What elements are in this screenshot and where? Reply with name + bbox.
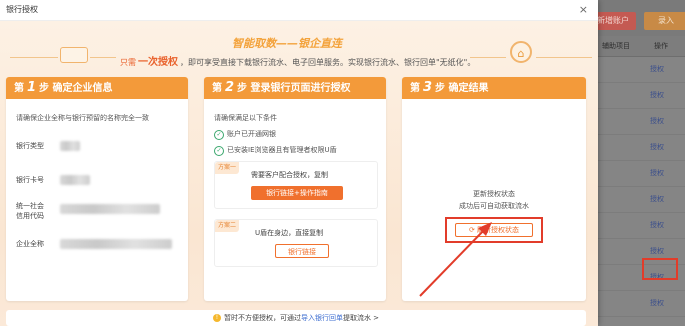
table-row: 授权 xyxy=(598,109,685,135)
copy-bank-link-guide-button[interactable]: 银行链接+操作指南 xyxy=(251,186,343,200)
authorize-link[interactable]: 授权 xyxy=(644,291,685,316)
plan-2-text: U盾在身边，直接复制 xyxy=(255,229,324,237)
bank-card-icon xyxy=(60,47,88,63)
authorize-link[interactable]: 授权 xyxy=(644,213,685,238)
banner: 智能取数——银企直连 只需 一次授权 ，即可享受直接下载银行流水、电子回单服务。实现… xyxy=(0,21,598,76)
table-row: 授权 xyxy=(598,213,685,239)
field-label-bank-type: 银行类型 xyxy=(16,142,44,150)
step-3-card: 第3步 确定结果 更新授权状态 成功后可自动获取流水 ⟳ 刷新授权状态 xyxy=(402,77,586,301)
step-2-header: 第2步 登录银行页面进行授权 xyxy=(204,77,386,99)
banner-sub-prefix: 只需 xyxy=(120,58,136,67)
bank-authorization-dialog: 银行授权 × 智能取数——银企直连 只需 一次授权 ，即可享受直接下载银行流水、电子… xyxy=(0,0,598,326)
copy-bank-link-button[interactable]: 银行链接 xyxy=(275,244,329,258)
authorize-link[interactable]: 授权 xyxy=(644,57,685,82)
table-header: 辅助项目 操作 xyxy=(598,36,685,57)
redacted-value xyxy=(60,141,80,151)
footer-text: 暂时不方便授权，可通过 xyxy=(223,314,301,322)
step-prefix: 第 xyxy=(212,83,222,94)
status-line-1: 更新授权状态 xyxy=(473,190,515,198)
banner-highlight: 一次授权 xyxy=(138,57,178,68)
table-row: 授权 xyxy=(598,135,685,161)
plan-2-tag: 方案二 xyxy=(215,220,239,232)
step-number: 3 xyxy=(423,80,433,95)
step-3-header: 第3步 确定结果 xyxy=(402,77,586,99)
check-label: 已安装IE浏览器且有管理者权限U盾 xyxy=(227,146,337,154)
highlight-box xyxy=(642,258,678,280)
table-row: 授权 xyxy=(598,291,685,317)
banner-title: 智能取数——银企直连 xyxy=(232,37,342,50)
refresh-icon: ⟳ xyxy=(468,226,478,234)
plan-2-box: 方案二 U盾在身边，直接复制 银行链接 xyxy=(214,219,378,267)
table-row: 授权 xyxy=(598,161,685,187)
footer-text-after: 提取流水 > xyxy=(342,314,380,322)
check-item: ✓ 已安装IE浏览器且有管理者权限U盾 xyxy=(214,145,337,156)
background-table: 辅助项目 操作 授权 授权 授权 授权 授权 授权 授权 授权 授权 授权 xyxy=(598,36,685,326)
field-label-credit-code-1: 统一社会 xyxy=(16,202,44,210)
redacted-value xyxy=(60,175,90,185)
step-number: 2 xyxy=(225,80,235,95)
check-icon: ✓ xyxy=(214,146,224,156)
close-icon[interactable]: × xyxy=(579,0,588,20)
table-row: 授权 xyxy=(598,187,685,213)
field-label-card-number: 银行卡号 xyxy=(16,176,44,184)
field-label-company-name: 企业全称 xyxy=(16,240,44,248)
step-title: 步 确定结果 xyxy=(435,83,489,94)
footer-tip: ! 暂时不方便授权，可通过导入银行回单提取流水 > xyxy=(6,310,586,326)
plan-1-tag: 方案一 xyxy=(215,162,239,174)
status-line-2: 成功后可自动获取流水 xyxy=(459,202,529,210)
info-icon: ! xyxy=(212,314,221,322)
step-number: 1 xyxy=(27,80,37,95)
condition-text: 请确保满足以下条件 xyxy=(214,114,277,122)
field-label-credit-code-2: 信用代码 xyxy=(16,212,44,220)
highlight-box: ⟳ 刷新授权状态 xyxy=(445,217,543,243)
dialog-title-bar: 银行授权 × xyxy=(0,0,598,21)
check-item: ✓ 账户已开通网银 xyxy=(214,129,276,140)
entry-button[interactable]: 录入 xyxy=(644,12,685,30)
plan-1-box: 方案一 需要客户配合授权，复制 银行链接+操作指南 xyxy=(214,161,378,209)
dialog-title: 银行授权 xyxy=(6,5,38,14)
check-icon: ✓ xyxy=(214,130,224,140)
refresh-status-button[interactable]: ⟳ 刷新授权状态 xyxy=(455,223,533,237)
step-1-hint: 请确保企业全称与银行预留的名称完全一致 xyxy=(16,114,149,122)
authorize-link[interactable]: 授权 xyxy=(644,161,685,186)
step-2-card: 第2步 登录银行页面进行授权 请确保满足以下条件 ✓ 账户已开通网银 ✓ 已安装IE… xyxy=(204,77,386,301)
step-1-header: 第1步 确定企业信息 xyxy=(6,77,188,99)
decorative-line xyxy=(90,57,116,58)
banner-sub-text: ，即可享受直接下载银行流水、电子回单服务。实现银行流水、银行回单"无纸化"。 xyxy=(180,58,476,67)
dialog-body: 智能取数——银企直连 只需 一次授权 ，即可享受直接下载银行流水、电子回单服务。实现… xyxy=(0,21,598,326)
step-prefix: 第 xyxy=(14,83,24,94)
column-header-aux: 辅助项目 xyxy=(602,42,630,50)
step-title: 步 登录银行页面进行授权 xyxy=(237,83,351,94)
bank-building-icon: ⌂ xyxy=(510,41,532,63)
step-1-card: 第1步 确定企业信息 请确保企业全称与银行预留的名称完全一致 银行类型 银行卡号… xyxy=(6,77,188,301)
import-bank-receipt-link[interactable]: 导入银行回单 xyxy=(301,314,343,322)
column-header-action: 操作 xyxy=(654,42,668,50)
authorize-link[interactable]: 授权 xyxy=(644,83,685,108)
table-row: 授权 xyxy=(598,83,685,109)
redacted-value xyxy=(60,204,160,214)
decorative-line xyxy=(536,57,592,58)
decorative-line xyxy=(10,57,58,58)
decorative-line xyxy=(470,57,506,58)
table-row: 授权 xyxy=(598,57,685,83)
check-label: 账户已开通网银 xyxy=(227,130,276,138)
authorize-link[interactable]: 授权 xyxy=(644,187,685,212)
plan-1-text: 需要客户配合授权，复制 xyxy=(251,171,328,179)
authorize-link[interactable]: 授权 xyxy=(644,109,685,134)
redacted-value xyxy=(60,239,172,249)
authorize-link[interactable]: 授权 xyxy=(644,135,685,160)
banner-subtitle: 只需 一次授权 ，即可享受直接下载银行流水、电子回单服务。实现银行流水、银行回单"无… xyxy=(120,53,475,68)
step-title: 步 确定企业信息 xyxy=(39,83,113,94)
refresh-label: 刷新授权状态 xyxy=(477,226,520,234)
step-prefix: 第 xyxy=(410,83,420,94)
